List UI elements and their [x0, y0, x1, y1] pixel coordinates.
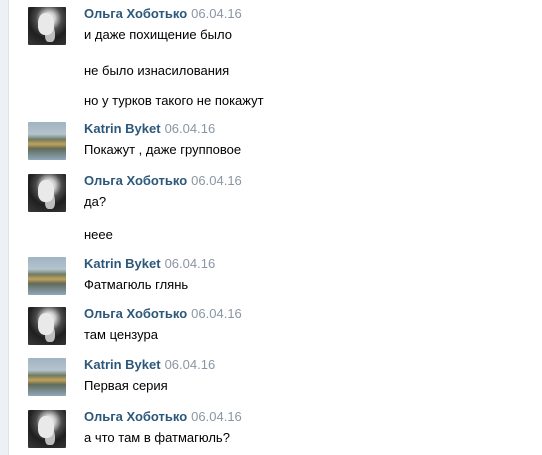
author-name[interactable]: Katrin Byket — [84, 357, 161, 372]
message-header: Ольга Хоботько 06.04.16 — [84, 306, 242, 321]
message-text: а что там в фатмагюль? — [84, 430, 230, 445]
avatar[interactable] — [28, 307, 66, 345]
message-text: и даже похищение было — [84, 27, 232, 42]
author-name[interactable]: Ольга Хоботько — [84, 409, 187, 424]
message-text: да? — [84, 194, 107, 209]
message-date[interactable]: 06.04.16 — [191, 409, 242, 424]
avatar[interactable] — [28, 7, 66, 45]
avatar[interactable] — [28, 358, 66, 396]
author-name[interactable]: Ольга Хоботько — [84, 173, 187, 188]
message-text: Первая серия — [84, 378, 168, 393]
message-date[interactable]: 06.04.16 — [191, 173, 242, 188]
message-text: неее — [84, 227, 113, 242]
message-date[interactable]: 06.04.16 — [191, 306, 242, 321]
message-header: Katrin Byket 06.04.16 — [84, 357, 215, 372]
author-name[interactable]: Ольга Хоботько — [84, 306, 187, 321]
author-name[interactable]: Katrin Byket — [84, 121, 161, 136]
message-header: Ольга Хоботько 06.04.16 — [84, 6, 242, 21]
message-header: Katrin Byket 06.04.16 — [84, 256, 215, 271]
message-text: не было изнасилования — [84, 63, 230, 78]
avatar[interactable] — [28, 410, 66, 448]
message-text: но у турков такого не покажут — [84, 93, 264, 108]
message-date[interactable]: 06.04.16 — [191, 6, 242, 21]
message-text: Фатмагюль глянь — [84, 277, 189, 292]
message-header: Katrin Byket 06.04.16 — [84, 121, 215, 136]
avatar[interactable] — [28, 257, 66, 295]
author-name[interactable]: Ольга Хоботько — [84, 6, 187, 21]
chat-left-border — [0, 0, 9, 455]
message-text: Покажут , даже групповое — [84, 142, 242, 157]
avatar[interactable] — [28, 122, 66, 160]
avatar[interactable] — [28, 174, 66, 212]
message-text: там цензура — [84, 327, 158, 342]
message-header: Ольга Хоботько 06.04.16 — [84, 409, 242, 424]
author-name[interactable]: Katrin Byket — [84, 256, 161, 271]
message-date[interactable]: 06.04.16 — [165, 121, 216, 136]
message-date[interactable]: 06.04.16 — [165, 357, 216, 372]
message-date[interactable]: 06.04.16 — [165, 256, 216, 271]
message-header: Ольга Хоботько 06.04.16 — [84, 173, 242, 188]
